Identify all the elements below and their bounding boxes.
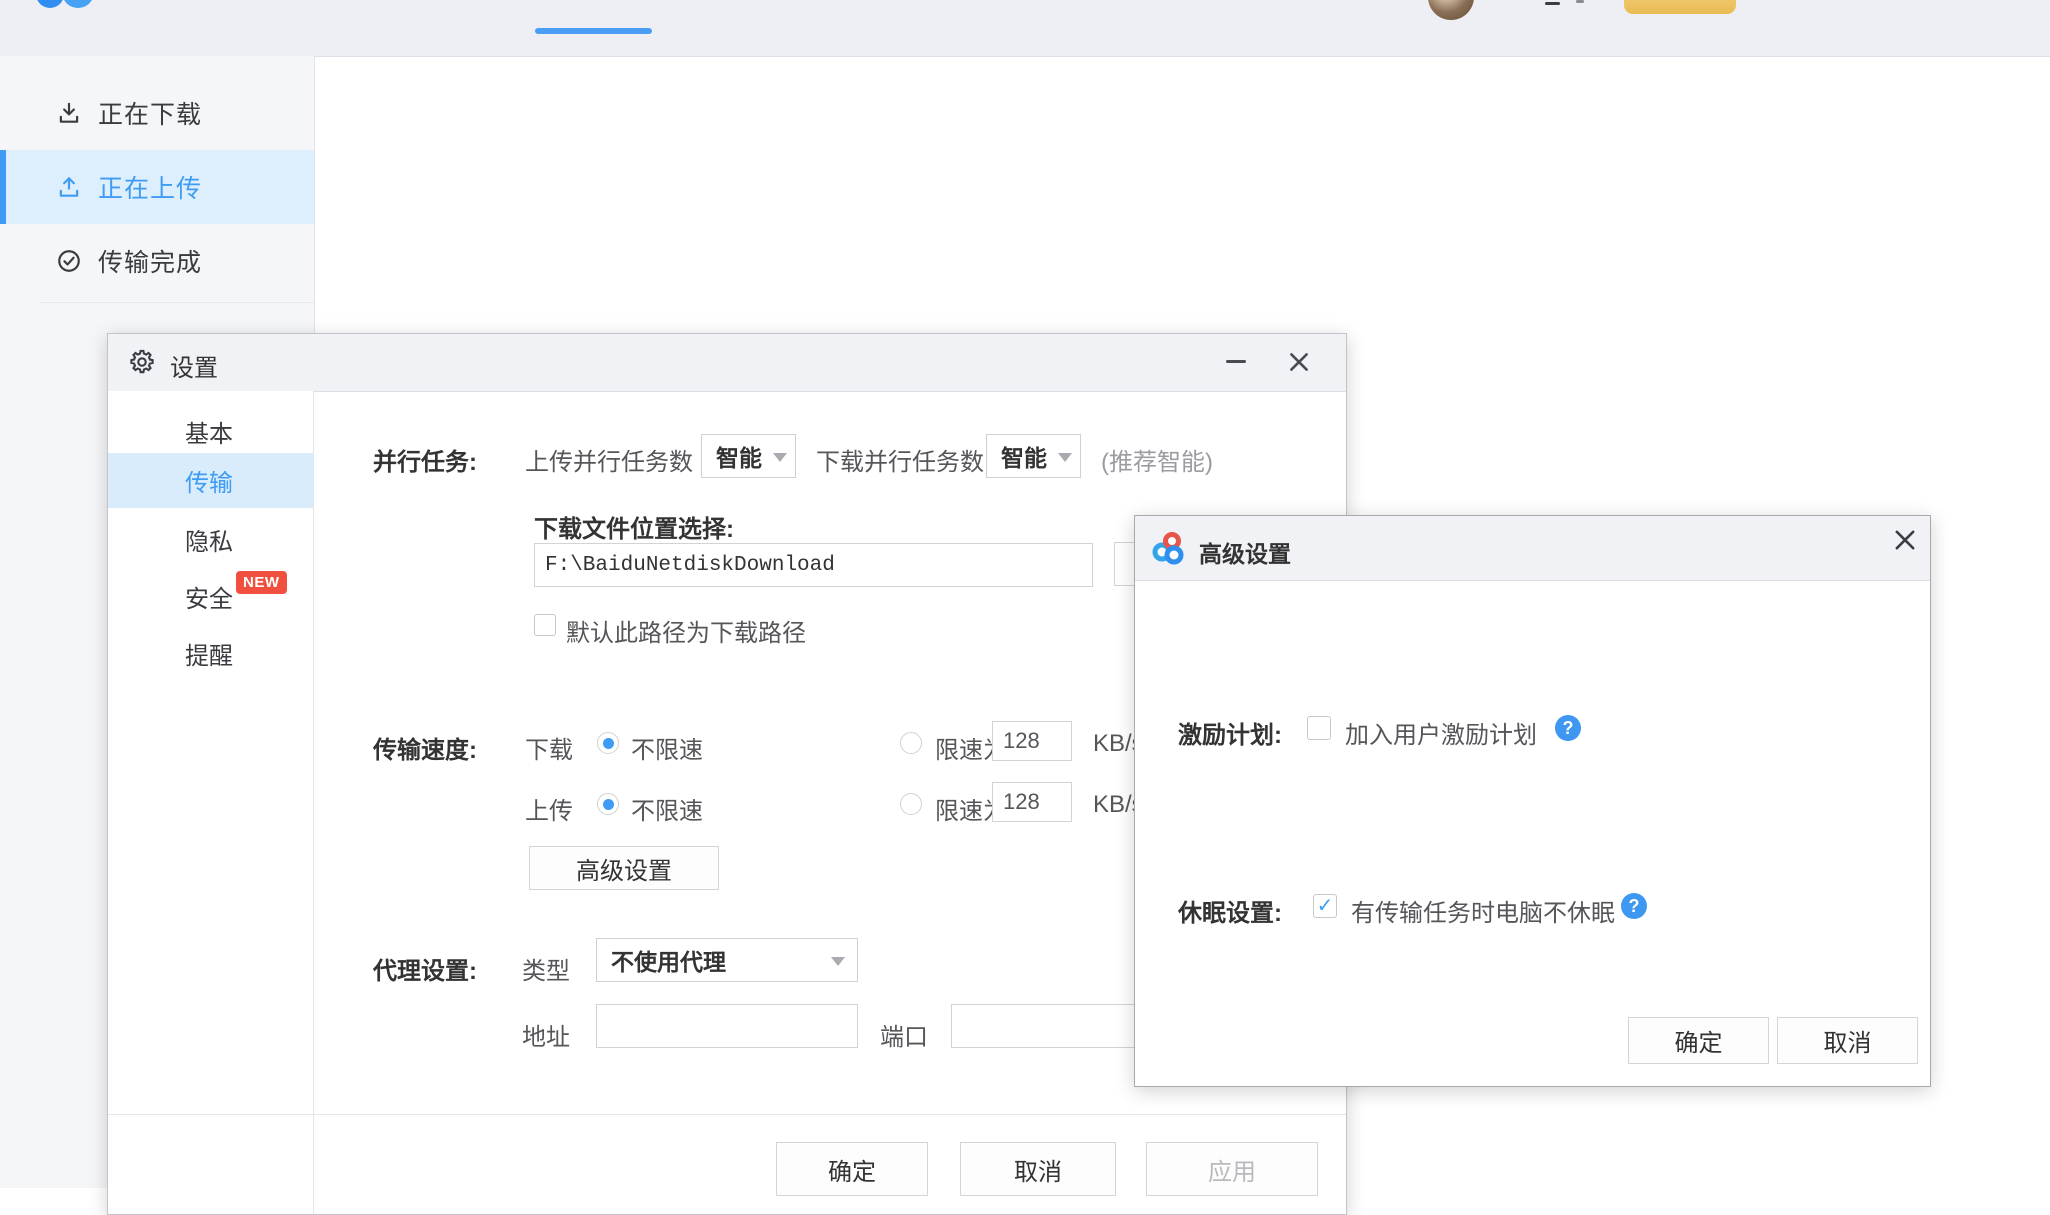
parallel-section-label: 并行任务: (373, 442, 477, 477)
upload-icon (56, 174, 82, 200)
upload-parallel-select[interactable]: 智能 (701, 434, 796, 478)
limit-value: 128 (1003, 789, 1040, 815)
select-value: 不使用代理 (611, 943, 726, 977)
incentive-section-label: 激励计划: (1178, 715, 1282, 750)
incentive-checkbox-label: 加入用户激励计划 (1345, 715, 1537, 750)
proxy-section-label: 代理设置: (373, 951, 477, 986)
nav-label: 传输 (185, 463, 233, 498)
sidebar-item-label: 正在下载 (98, 95, 202, 131)
active-tab-indicator (535, 28, 652, 34)
button-label: 应用 (1208, 1152, 1256, 1187)
minimize-icon[interactable] (1226, 360, 1246, 363)
speed-section-label: 传输速度: (373, 730, 477, 765)
upload-parallel-label: 上传并行任务数 (525, 442, 693, 477)
settings-nav-security[interactable]: 安全 NEW (108, 571, 313, 621)
limit-value: 128 (1003, 728, 1040, 754)
footer-divider (108, 1114, 1346, 1115)
default-path-checkbox[interactable] (534, 614, 556, 636)
sidebar-item-downloading[interactable]: 正在下载 (0, 76, 314, 150)
minimize-icon[interactable] (1545, 2, 1560, 5)
button-label: 确定 (828, 1152, 876, 1187)
sidebar-item-uploading[interactable]: 正在上传 (0, 150, 314, 224)
upload-limit-radio[interactable] (900, 793, 922, 815)
help-glyph: ? (1563, 718, 1574, 739)
sidebar-item-label: 正在上传 (98, 169, 202, 205)
settings-nav-transfer[interactable]: 传输 (108, 453, 313, 508)
advanced-ok-button[interactable]: 确定 (1628, 1017, 1769, 1064)
check-circle-icon (56, 248, 82, 274)
download-unlimited-label: 不限速 (631, 730, 703, 765)
incentive-checkbox[interactable] (1307, 716, 1331, 740)
download-parallel-label: 下载并行任务数 (816, 442, 984, 477)
download-path-input[interactable]: F:\BaiduNetdiskDownload (534, 543, 1093, 587)
settings-dialog-titlebar: 设置 (108, 334, 1346, 392)
button-label: 高级设置 (576, 851, 672, 886)
proxy-address-label: 地址 (522, 1017, 570, 1052)
chevron-down-icon (1058, 453, 1072, 462)
chevron-icon[interactable] (1576, 0, 1584, 3)
settings-nav-reminder[interactable]: 提醒 (108, 628, 313, 678)
download-limit-radio[interactable] (900, 732, 922, 754)
help-icon[interactable]: ? (1555, 715, 1581, 741)
download-parallel-select[interactable]: 智能 (986, 434, 1081, 478)
default-path-checkbox-label: 默认此路径为下载路径 (566, 613, 806, 648)
select-value: 智能 (1001, 439, 1047, 473)
proxy-type-select[interactable]: 不使用代理 (596, 938, 858, 982)
advanced-settings-button[interactable]: 高级设置 (529, 846, 719, 890)
chevron-down-icon (773, 453, 787, 462)
upload-limit-input[interactable]: 128 (992, 782, 1072, 822)
close-icon[interactable] (1286, 349, 1312, 380)
help-glyph: ? (1629, 896, 1640, 917)
nav-label: 安全 (185, 579, 233, 614)
button-label: 确定 (1675, 1023, 1723, 1058)
upload-unlimited-radio[interactable] (597, 793, 619, 815)
download-path-value: F:\BaiduNetdiskDownload (545, 554, 835, 577)
topbar (0, 0, 2050, 57)
gear-icon (128, 348, 156, 381)
app-logo-icon (62, 0, 94, 8)
download-unlimited-radio[interactable] (597, 732, 619, 754)
nav-label: 隐私 (185, 522, 233, 557)
settings-nav-basic[interactable]: 基本 (108, 406, 313, 456)
proxy-address-input[interactable] (596, 1004, 858, 1048)
sidebar-divider (40, 302, 314, 303)
sidebar-item-completed[interactable]: 传输完成 (0, 224, 314, 298)
sleep-checkbox[interactable] (1313, 894, 1337, 918)
close-icon[interactable] (1891, 526, 1919, 559)
select-value: 智能 (716, 439, 762, 473)
download-limit-input[interactable]: 128 (992, 721, 1072, 761)
sidebar-item-label: 传输完成 (98, 243, 202, 279)
download-icon (56, 100, 82, 126)
speed-upload-label: 上传 (525, 791, 573, 826)
help-icon[interactable]: ? (1621, 893, 1647, 919)
nav-label: 基本 (185, 414, 233, 449)
new-badge: NEW (236, 571, 287, 594)
nav-label: 提醒 (185, 636, 233, 671)
speed-download-label: 下载 (525, 730, 573, 765)
advanced-dialog-title: 高级设置 (1199, 535, 1291, 569)
settings-nav: 基本 传输 隐私 安全 NEW 提醒 (108, 391, 314, 1214)
upload-unlimited-label: 不限速 (631, 791, 703, 826)
button-label: 取消 (1014, 1152, 1062, 1187)
settings-nav-privacy[interactable]: 隐私 (108, 514, 313, 564)
vip-button[interactable] (1624, 0, 1736, 14)
advanced-settings-dialog: 高级设置 激励计划: 加入用户激励计划 ? 休眠设置: 有传输任务时电脑不休眠 … (1134, 515, 1931, 1087)
proxy-type-label: 类型 (522, 951, 570, 986)
advanced-dialog-titlebar: 高级设置 (1135, 516, 1930, 581)
download-location-label: 下载文件位置选择: (534, 509, 734, 544)
app-logo-icon (36, 0, 64, 8)
settings-dialog-title: 设置 (170, 348, 218, 383)
button-label: 取消 (1824, 1023, 1872, 1058)
sleep-section-label: 休眠设置: (1178, 893, 1282, 928)
netdisk-logo-icon (1151, 531, 1185, 570)
chevron-down-icon (831, 957, 845, 966)
proxy-port-label: 端口 (880, 1017, 928, 1052)
parallel-hint: (推荐智能) (1101, 442, 1213, 477)
sleep-checkbox-label: 有传输任务时电脑不休眠 (1351, 893, 1615, 928)
advanced-cancel-button[interactable]: 取消 (1777, 1017, 1918, 1064)
user-avatar[interactable] (1428, 0, 1474, 20)
